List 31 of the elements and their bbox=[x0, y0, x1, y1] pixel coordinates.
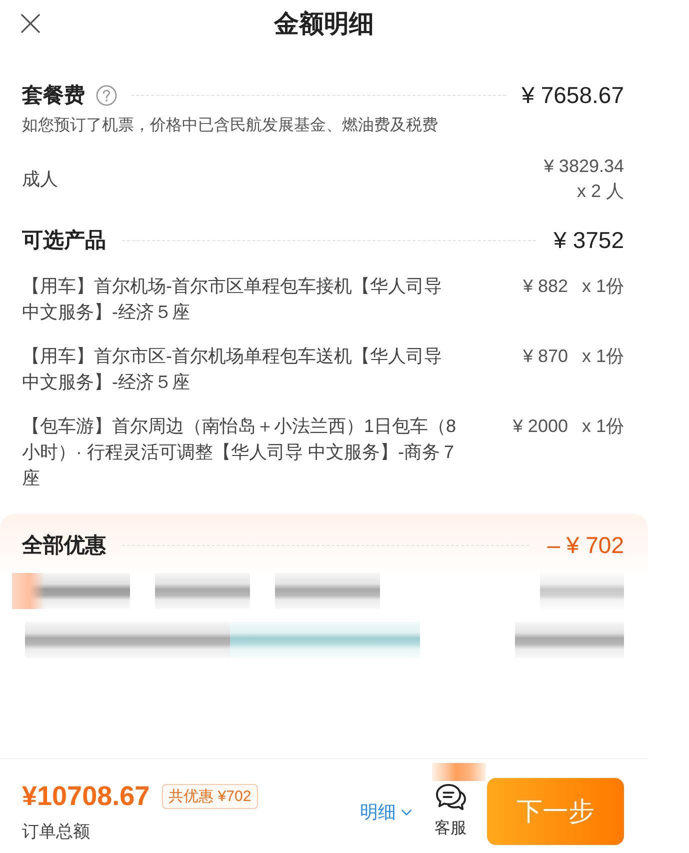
quantity: x 1份 bbox=[582, 415, 624, 438]
product-price: ¥ 870 bbox=[522, 345, 568, 368]
quantity: x 2 人 bbox=[576, 180, 624, 203]
product-name: 【包车游】首尔周边（南怡岛＋小法兰西）1日包车（8小时）· 行程灵活可调整【华人司导 中文服务】-商务７座 bbox=[22, 415, 458, 490]
blurred-badge bbox=[432, 763, 486, 781]
close-icon[interactable] bbox=[21, 14, 40, 32]
next-button[interactable]: 下一步 bbox=[487, 778, 624, 845]
quantity: x 1份 bbox=[582, 275, 624, 298]
order-total: ¥10708.67 bbox=[22, 780, 150, 812]
savings-badge: 共优惠 ¥702 bbox=[162, 784, 258, 808]
total-label: 订单总额 bbox=[22, 821, 90, 843]
section-amount: ¥ 7658.67 bbox=[522, 82, 624, 108]
details-link[interactable]: 明细 bbox=[360, 800, 412, 824]
fee-note: 如您预订了机票，价格中已含民航发展基金、燃油费及税费 bbox=[22, 116, 439, 136]
discount-amount: – ¥ 702 bbox=[547, 532, 624, 558]
section-title: 全部优惠 bbox=[22, 532, 106, 559]
product-price: ¥ 882 bbox=[522, 275, 568, 298]
page-title: 金额明细 bbox=[274, 9, 374, 40]
section-title: 套餐费 bbox=[22, 83, 85, 109]
customer-service-button[interactable]: 客服 bbox=[434, 783, 467, 839]
section-amount: ¥ 3752 bbox=[554, 226, 624, 254]
product-name: 【用车】首尔机场-首尔市区单程包车接机【华人司导中文服务】-经济５座 bbox=[22, 275, 443, 324]
chat-bubbles-icon bbox=[434, 783, 467, 812]
help-icon[interactable] bbox=[96, 84, 117, 106]
product-price: ¥ 2000 bbox=[512, 415, 568, 438]
unit-price: ¥ 3829.34 bbox=[544, 155, 624, 178]
quantity: x 1份 bbox=[582, 345, 624, 368]
chevron-down-icon bbox=[401, 808, 412, 816]
product-name: 【用车】首尔市区-首尔机场单程包车送机【华人司导中文服务】-经济５座 bbox=[22, 345, 443, 394]
section-title: 可选产品 bbox=[22, 228, 106, 254]
traveler-type: 成人 bbox=[22, 168, 58, 191]
